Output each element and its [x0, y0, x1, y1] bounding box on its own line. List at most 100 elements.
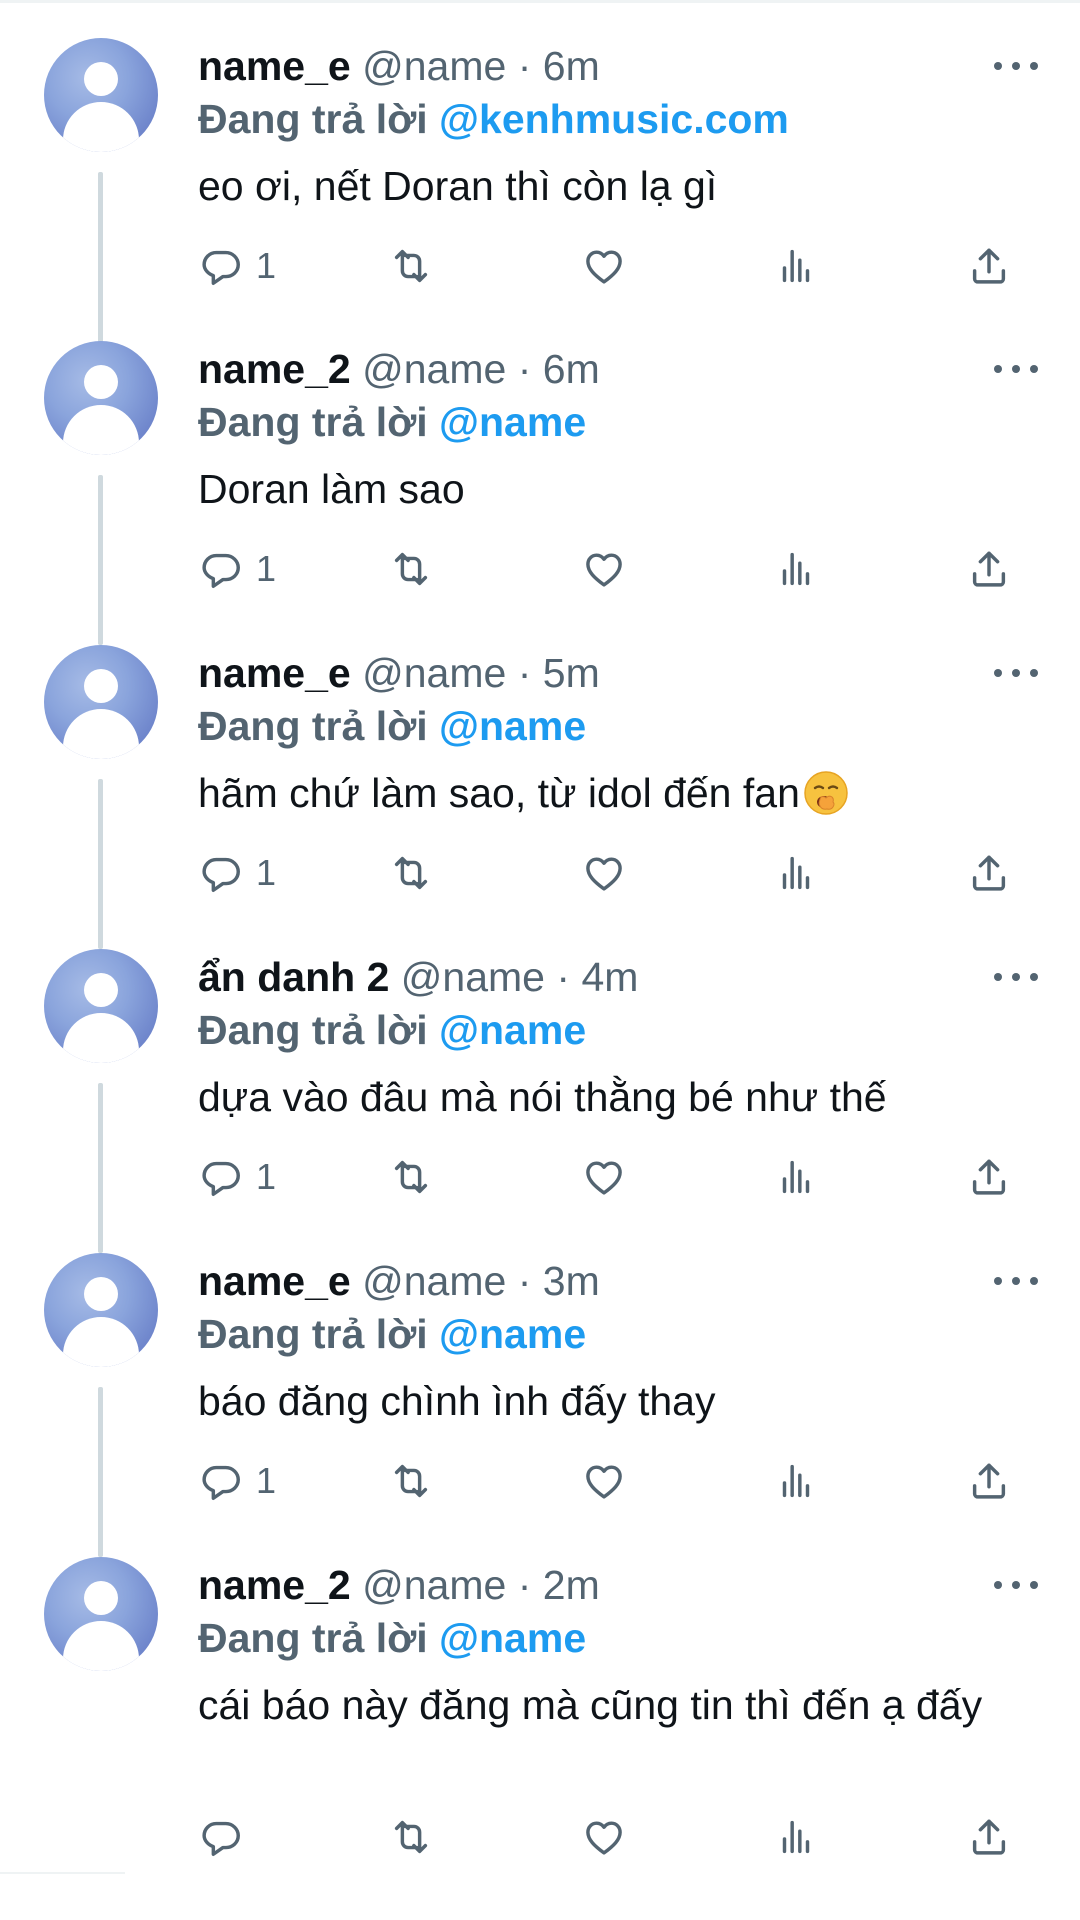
like-button[interactable]	[581, 1147, 627, 1207]
separator: ·	[517, 43, 532, 89]
tweet-actions: 1	[198, 539, 1018, 599]
avatar[interactable]	[44, 1253, 158, 1367]
replying-to-mention[interactable]: @name	[439, 703, 586, 749]
bottom-divider	[0, 1872, 125, 1874]
replying-to-label: Đang trả lời	[198, 1615, 428, 1661]
more-options-icon[interactable]	[994, 1575, 1038, 1595]
share-button[interactable]	[966, 236, 1012, 296]
thread-connector-line	[98, 475, 103, 645]
handle[interactable]: @name	[362, 1258, 506, 1304]
views-icon	[782, 1820, 810, 1854]
retweet-button[interactable]	[388, 539, 434, 599]
tweet-header: name_2 @name · 2m	[198, 1557, 1038, 1613]
replying-to: Đang trả lời @name	[198, 1307, 1038, 1361]
handle[interactable]: @name	[401, 954, 545, 1000]
tweet-content: name_2 @name · 6m Đang trả lời @name Dor…	[198, 341, 1038, 515]
retweet-button[interactable]	[388, 843, 434, 903]
tweet-actions: 1	[198, 843, 1018, 903]
more-options-icon[interactable]	[994, 359, 1038, 379]
avatar[interactable]	[44, 645, 158, 759]
like-icon	[586, 553, 622, 587]
retweet-button[interactable]	[388, 1147, 434, 1207]
views-button[interactable]	[773, 1807, 819, 1867]
retweet-icon	[394, 856, 428, 890]
tweet[interactable]: name_2 @name · 2m Đang trả lời @name cái…	[0, 1557, 1080, 1869]
tweet-header: name_e @name · 5m	[198, 645, 1038, 701]
tweet[interactable]: name_e @name · 3m Đang trả lời @name báo…	[0, 1253, 1080, 1557]
replying-to-mention[interactable]: @kenhmusic.com	[439, 96, 789, 142]
tweet-header: name_2 @name · 6m	[198, 341, 1038, 397]
like-button[interactable]	[581, 843, 627, 903]
reply-button[interactable]: 1	[198, 843, 276, 903]
share-button[interactable]	[966, 539, 1012, 599]
timestamp[interactable]: 5m	[543, 650, 600, 696]
like-icon	[586, 857, 622, 891]
default-avatar-icon	[84, 973, 118, 1007]
like-button[interactable]	[581, 539, 627, 599]
avatar[interactable]	[44, 1557, 158, 1671]
display-name[interactable]: ẩn danh 2	[198, 954, 389, 1000]
separator: ·	[517, 1258, 532, 1304]
timestamp[interactable]: 6m	[543, 346, 600, 392]
share-button[interactable]	[966, 1147, 1012, 1207]
replying-to-mention[interactable]: @name	[439, 399, 586, 445]
share-button[interactable]	[966, 843, 1012, 903]
reply-button[interactable]: 1	[198, 1451, 276, 1511]
like-icon	[586, 1465, 622, 1499]
more-options-icon[interactable]	[994, 56, 1038, 76]
tweet-content: name_e @name · 6m Đang trả lời @kenhmusi…	[198, 38, 1038, 212]
handle[interactable]: @name	[362, 43, 506, 89]
share-button[interactable]	[966, 1807, 1012, 1867]
share-button[interactable]	[966, 1451, 1012, 1511]
like-button[interactable]	[581, 236, 627, 296]
views-button[interactable]	[773, 539, 819, 599]
handle[interactable]: @name	[362, 650, 506, 696]
tweet[interactable]: ẩn danh 2 @name · 4m Đang trả lời @name …	[0, 949, 1080, 1253]
replying-to-mention[interactable]: @name	[439, 1311, 586, 1357]
retweet-button[interactable]	[388, 236, 434, 296]
display-name[interactable]: name_e	[198, 1258, 351, 1304]
more-options-icon[interactable]	[994, 663, 1038, 683]
reply-icon	[202, 250, 240, 285]
reply-button[interactable]: 1	[198, 539, 276, 599]
views-button[interactable]	[773, 843, 819, 903]
tweet[interactable]: name_e @name · 5m Đang trả lời @name hãm…	[0, 645, 1080, 949]
tweet-header: name_e @name · 6m	[198, 38, 1038, 94]
like-button[interactable]	[581, 1807, 627, 1867]
tweet[interactable]: name_2 @name · 6m Đang trả lời @name Dor…	[0, 341, 1080, 645]
display-name[interactable]: name_2	[198, 346, 351, 392]
reply-button[interactable]: 1	[198, 236, 276, 296]
retweet-button[interactable]	[388, 1451, 434, 1511]
tweet[interactable]: name_e @name · 6m Đang trả lời @kenhmusi…	[0, 38, 1080, 362]
tweet-actions	[198, 1807, 1018, 1867]
like-button[interactable]	[581, 1451, 627, 1511]
display-name[interactable]: name_e	[198, 650, 351, 696]
display-name[interactable]: name_e	[198, 43, 351, 89]
retweet-button[interactable]	[388, 1807, 434, 1867]
avatar[interactable]	[44, 949, 158, 1063]
more-options-icon[interactable]	[994, 1271, 1038, 1291]
reply-button[interactable]: 1	[198, 1147, 276, 1207]
replying-to-mention[interactable]: @name	[439, 1615, 586, 1661]
more-options-icon[interactable]	[994, 967, 1038, 987]
handle[interactable]: @name	[362, 1562, 506, 1608]
timestamp[interactable]: 6m	[543, 43, 600, 89]
replying-to-mention[interactable]: @name	[439, 1007, 586, 1053]
views-button[interactable]	[773, 236, 819, 296]
yawning-face-emoji	[804, 771, 848, 815]
avatar[interactable]	[44, 341, 158, 455]
reply-icon	[202, 857, 240, 892]
reply-button[interactable]	[198, 1807, 256, 1867]
views-button[interactable]	[773, 1451, 819, 1511]
like-icon	[586, 1821, 622, 1855]
views-button[interactable]	[773, 1147, 819, 1207]
avatar[interactable]	[44, 38, 158, 152]
like-icon	[586, 250, 622, 284]
display-name[interactable]: name_2	[198, 1562, 351, 1608]
default-avatar-icon	[84, 669, 118, 703]
timestamp[interactable]: 3m	[543, 1258, 600, 1304]
timestamp[interactable]: 2m	[543, 1562, 600, 1608]
share-icon	[972, 1159, 1006, 1195]
handle[interactable]: @name	[362, 346, 506, 392]
timestamp[interactable]: 4m	[581, 954, 638, 1000]
